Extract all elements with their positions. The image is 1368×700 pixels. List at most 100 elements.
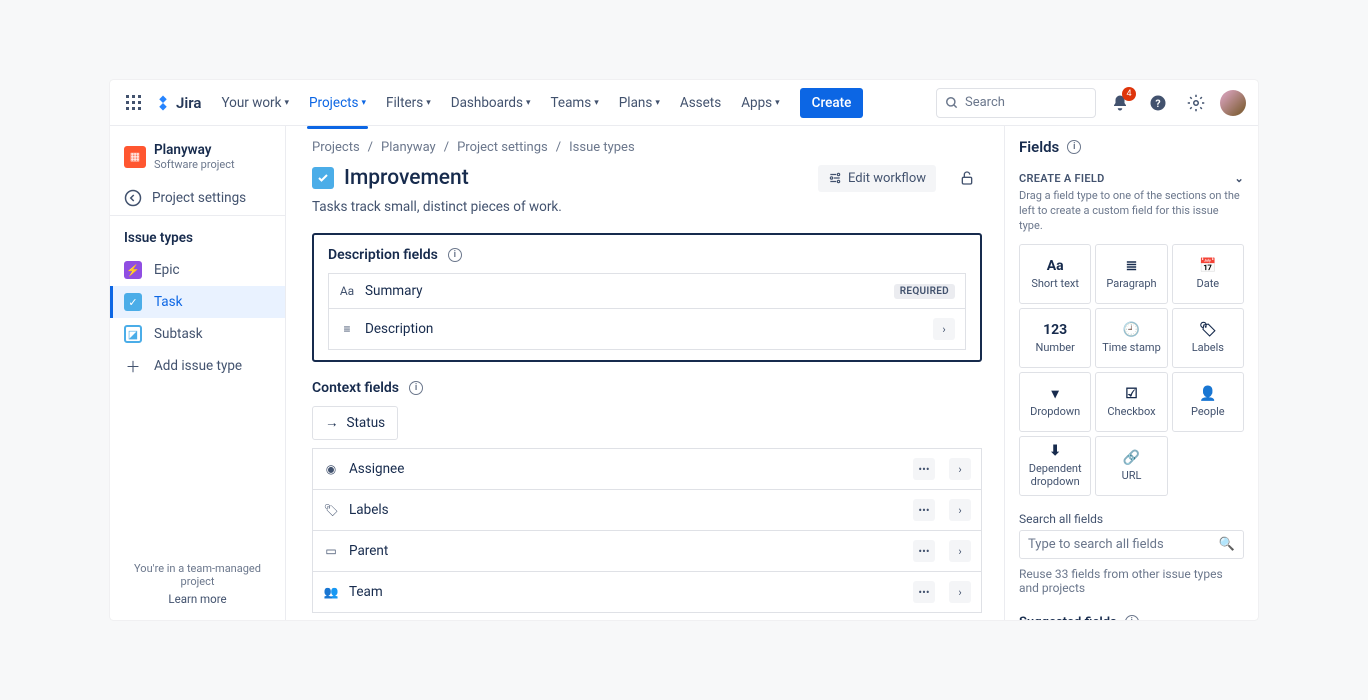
field-type-number[interactable]: 123Number <box>1019 308 1091 368</box>
sidebar-item-epic[interactable]: ⚡Epic <box>110 254 285 286</box>
search-icon: 🔍 <box>1219 537 1235 552</box>
field-type-icon: ◉ <box>323 462 339 476</box>
title-row: Improvement Edit workflow <box>312 163 982 193</box>
chevron-right-icon[interactable]: › <box>949 499 971 521</box>
search-all-label: Search all fields <box>1019 512 1244 526</box>
field-type-icon: 🏷 <box>323 503 339 517</box>
info-icon[interactable]: i <box>409 381 423 395</box>
breadcrumb-projects[interactable]: Projects <box>312 140 360 155</box>
nav-assets[interactable]: Assets <box>672 89 729 117</box>
chevron-right-icon[interactable]: › <box>949 458 971 480</box>
epic-icon: ⚡ <box>124 261 142 279</box>
field-type-people[interactable]: 👤People <box>1172 372 1244 432</box>
type-icon: 123 <box>1043 322 1067 338</box>
top-nav: Jira Your work▾Projects▾Filters▾Dashboar… <box>110 80 1258 126</box>
field-type-date[interactable]: 📅Date <box>1172 244 1244 304</box>
plus-icon: ＋ <box>124 357 142 375</box>
chevron-down-icon: ▾ <box>426 98 431 108</box>
body: ▦ Planyway Software project Project sett… <box>110 126 1258 620</box>
search-input[interactable]: Search <box>936 88 1096 118</box>
info-icon[interactable]: i <box>1125 615 1139 620</box>
field-type-checkbox[interactable]: ☑Checkbox <box>1095 372 1167 432</box>
add-issue-type[interactable]: ＋ Add issue type <box>110 350 285 382</box>
lock-icon[interactable] <box>952 163 982 193</box>
breadcrumb: Projects/Planyway/Project settings/Issue… <box>312 140 982 155</box>
field-type-dependent-dropdown[interactable]: ⬇Dependent dropdown <box>1019 436 1091 496</box>
task-icon: ✓ <box>124 293 142 311</box>
context-fields-header: Context fields i <box>312 380 982 396</box>
description-fields-section: Description fields i AaSummaryREQUIRED≡D… <box>312 233 982 362</box>
field-parent[interactable]: ▭Parent•••› <box>312 531 982 572</box>
chevron-right-icon[interactable]: › <box>933 318 955 340</box>
nav-teams[interactable]: Teams▾ <box>543 89 607 117</box>
notification-badge: 4 <box>1122 87 1136 101</box>
create-button[interactable]: Create <box>800 88 864 118</box>
info-icon[interactable]: i <box>448 248 462 262</box>
learn-more-link[interactable]: Learn more <box>122 592 273 606</box>
field-type-icon: 👥 <box>323 585 339 599</box>
type-icon: ⬇ <box>1049 443 1061 459</box>
back-label: Project settings <box>152 190 246 206</box>
field-summary[interactable]: AaSummaryREQUIRED <box>328 273 966 309</box>
type-icon: ☑ <box>1125 386 1138 402</box>
type-icon: 🔗 <box>1123 450 1140 466</box>
field-type-dropdown[interactable]: ▾Dropdown <box>1019 372 1091 432</box>
back-to-settings[interactable]: Project settings <box>110 181 285 216</box>
breadcrumb-issue-types[interactable]: Issue types <box>569 140 635 155</box>
chevron-right-icon[interactable]: › <box>949 581 971 603</box>
fields-panel: Fields i CREATE A FIELD ⌄ Drag a field t… <box>1004 126 1258 620</box>
app-window: Jira Your work▾Projects▾Filters▾Dashboar… <box>110 80 1258 620</box>
edit-workflow-button[interactable]: Edit workflow <box>818 165 936 192</box>
nav-apps[interactable]: Apps▾ <box>733 89 787 117</box>
field-type-grid: AaShort text≣Paragraph📅Date 123Number🕘Tim… <box>1019 244 1244 496</box>
field-type-icon: ▭ <box>323 544 339 558</box>
nav-dashboards[interactable]: Dashboards▾ <box>443 89 539 117</box>
app-switcher-icon[interactable] <box>122 91 146 115</box>
field-type-paragraph[interactable]: ≣Paragraph <box>1095 244 1167 304</box>
more-icon[interactable]: ••• <box>913 458 935 480</box>
type-icon: 🕘 <box>1123 322 1140 338</box>
more-icon[interactable]: ••• <box>913 581 935 603</box>
field-assignee[interactable]: ◉Assignee•••› <box>312 448 982 490</box>
info-icon[interactable]: i <box>1067 140 1081 154</box>
breadcrumb-planyway[interactable]: Planyway <box>381 140 436 155</box>
issue-type-icon <box>312 167 334 189</box>
field-type-time-stamp[interactable]: 🕘Time stamp <box>1095 308 1167 368</box>
more-icon[interactable]: ••• <box>913 499 935 521</box>
project-name: Planyway <box>154 142 235 158</box>
sidebar-section-title: Issue types <box>110 226 285 254</box>
field-type-url[interactable]: 🔗URL <box>1095 436 1167 496</box>
sidebar-item-task[interactable]: ✓Task <box>110 286 285 318</box>
field-team[interactable]: 👥Team•••› <box>312 572 982 613</box>
user-avatar[interactable] <box>1220 90 1246 116</box>
field-type-short-text[interactable]: AaShort text <box>1019 244 1091 304</box>
more-icon[interactable]: ••• <box>913 540 935 562</box>
sidebar-item-subtask[interactable]: ◪Subtask <box>110 318 285 350</box>
main-content: Projects/Planyway/Project settings/Issue… <box>286 126 1004 620</box>
fields-panel-title: Fields i <box>1019 138 1244 156</box>
create-field-header[interactable]: CREATE A FIELD ⌄ <box>1019 172 1244 185</box>
notifications-icon[interactable]: 4 <box>1106 89 1134 117</box>
nav-projects[interactable]: Projects▾ <box>301 89 374 117</box>
required-badge: REQUIRED <box>894 284 955 299</box>
nav-filters[interactable]: Filters▾ <box>378 89 439 117</box>
description-fields-title: Description fields <box>328 247 438 263</box>
field-labels[interactable]: 🏷Labels•••› <box>312 490 982 531</box>
search-all-fields-input[interactable]: Type to search all fields 🔍 <box>1019 530 1244 559</box>
status-field[interactable]: → Status <box>312 406 398 440</box>
breadcrumb-project-settings[interactable]: Project settings <box>457 140 548 155</box>
jira-logo[interactable]: Jira <box>154 94 201 112</box>
field-description[interactable]: ≡Description› <box>328 309 966 350</box>
settings-icon[interactable] <box>1182 89 1210 117</box>
reuse-fields-hint: Reuse 33 fields from other issue types a… <box>1019 567 1244 595</box>
chevron-down-icon: ▾ <box>284 98 289 108</box>
help-icon[interactable]: ? <box>1144 89 1172 117</box>
project-header[interactable]: ▦ Planyway Software project <box>110 138 285 181</box>
field-type-labels[interactable]: 🏷Labels <box>1172 308 1244 368</box>
chevron-down-icon: ⌄ <box>1234 172 1244 185</box>
type-icon: 🏷 <box>1199 322 1217 338</box>
nav-your-work[interactable]: Your work▾ <box>213 89 297 117</box>
nav-plans[interactable]: Plans▾ <box>611 89 668 117</box>
chevron-right-icon[interactable]: › <box>949 540 971 562</box>
type-icon: ▾ <box>1052 386 1059 402</box>
